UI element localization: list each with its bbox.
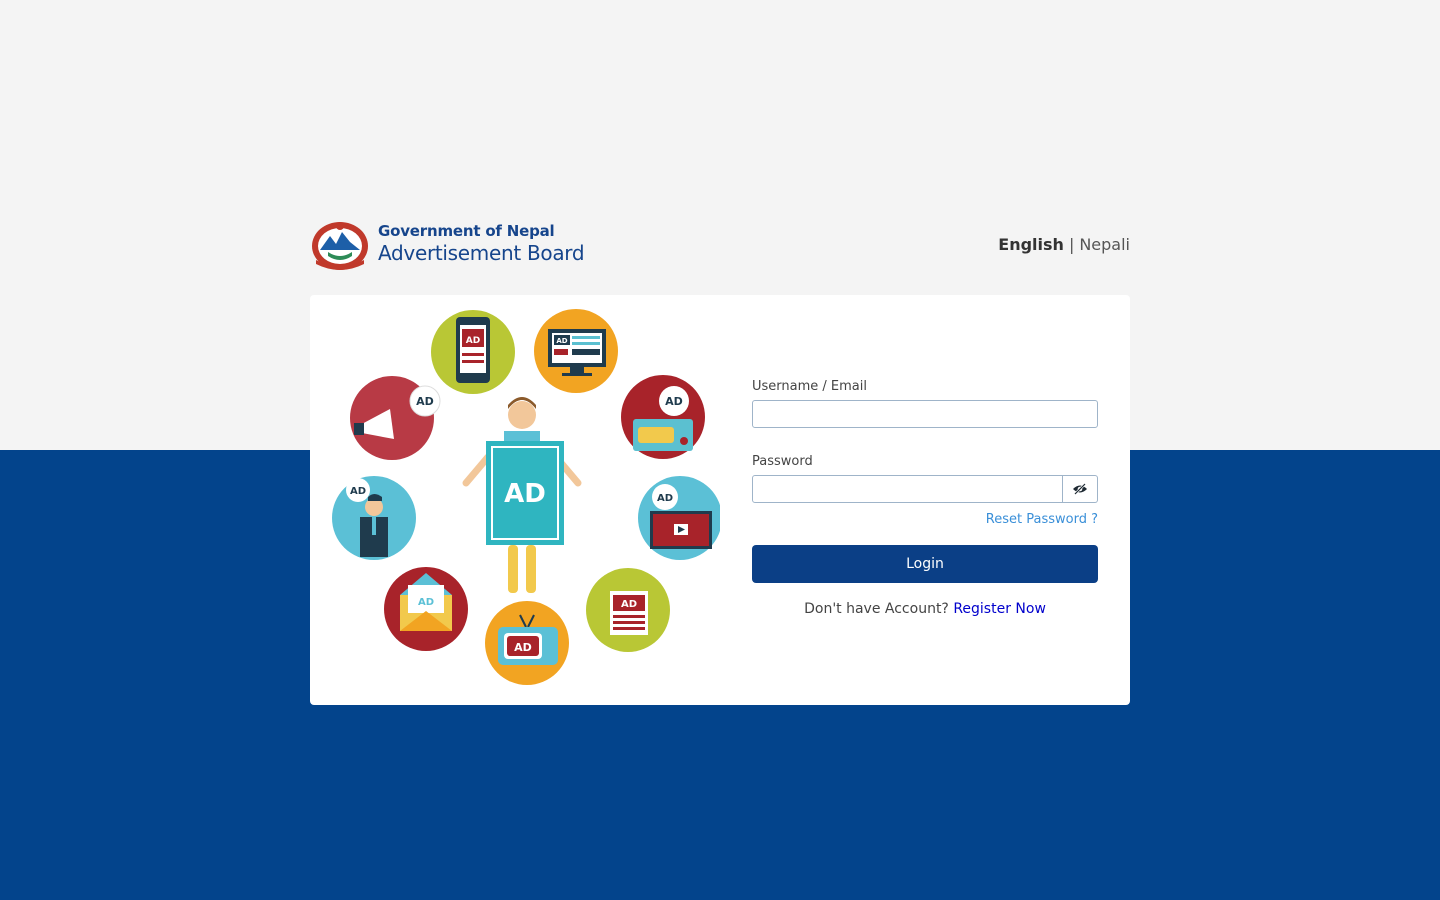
toggle-password-visibility-button[interactable] (1063, 475, 1098, 503)
brand: Government of Nepal Advertisement Board (310, 216, 585, 272)
password-label: Password (752, 454, 813, 469)
username-input[interactable] (752, 400, 1098, 428)
megaphone-ad-icon: AD (350, 376, 441, 460)
center-ad-label: AD (504, 479, 546, 509)
language-switcher: English | Nepali (998, 235, 1130, 254)
password-group: Password Reset Password ? (752, 454, 1098, 527)
eye-slash-icon (1073, 483, 1087, 495)
language-english[interactable]: English (998, 235, 1064, 254)
tablet-ad-label: AD (466, 336, 480, 346)
megaphone-ad-label: AD (416, 395, 434, 408)
tablet-ad-icon: AD (431, 310, 515, 394)
header: Government of Nepal Advertisement Board … (310, 216, 1130, 272)
username-group: Username / Email (752, 379, 1098, 428)
login-card: AD AD AD AD AD AD AD AD AD AD Username /… (310, 295, 1130, 705)
register-prompt: Don't have Account? (804, 601, 949, 617)
brand-government: Government of Nepal (378, 221, 555, 240)
person-with-ad-board-icon: AD (462, 397, 582, 593)
monitor-ad-label: AD (556, 337, 567, 345)
register-now-link[interactable]: Register Now (953, 601, 1046, 617)
advertisement-illustration: AD AD AD AD AD AD AD AD AD AD (332, 309, 720, 685)
businessman-ad-label: AD (350, 486, 366, 497)
radio-ad-label: AD (665, 395, 683, 408)
monitor-ad-icon: AD (534, 309, 618, 393)
login-button[interactable]: Login (752, 545, 1098, 583)
tv-ad-icon: AD (485, 601, 569, 685)
envelope-ad-icon: AD (384, 567, 468, 651)
video-ad-label: AD (657, 493, 673, 504)
language-separator: | (1068, 234, 1075, 254)
envelope-ad-label: AD (418, 597, 434, 608)
businessman-ad-icon: AD (332, 476, 416, 560)
video-ad-icon: AD (638, 476, 720, 560)
tv-ad-label: AD (514, 641, 532, 654)
nepal-emblem-icon (312, 222, 368, 270)
radio-ad-icon: AD (621, 375, 705, 459)
password-input[interactable] (752, 475, 1063, 503)
language-nepali[interactable]: Nepali (1079, 235, 1130, 254)
newspaper-ad-label: AD (621, 599, 637, 610)
reset-password-row: Reset Password ? (752, 512, 1098, 527)
newspaper-ad-icon: AD (586, 568, 670, 652)
password-row (752, 475, 1098, 503)
login-form: Username / Email Password Reset Password… (752, 379, 1098, 617)
register-row: Don't have Account? Register Now (752, 601, 1098, 617)
username-label: Username / Email (752, 379, 867, 394)
brand-board-name: Advertisement Board (378, 241, 585, 266)
reset-password-link[interactable]: Reset Password ? (986, 512, 1098, 527)
